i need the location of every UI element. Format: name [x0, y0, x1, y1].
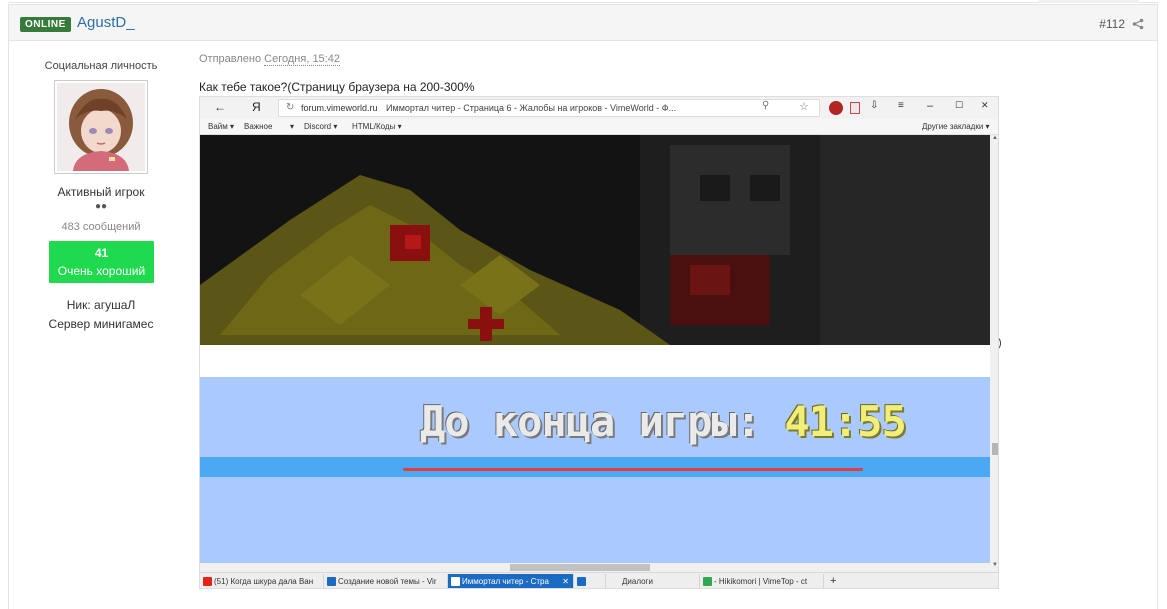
post-date: Сегодня, 15:42: [264, 53, 340, 66]
tab-label: Создание новой темы - Vir: [338, 577, 437, 586]
bookmark-important: Важное: [244, 122, 273, 131]
tab-label: - Hikikomori | VimeTop - ct: [714, 577, 808, 586]
reputation-label: Очень хороший: [57, 264, 146, 278]
address-page-title: Иммортал читер - Страница 6 - Жалобы на …: [386, 103, 677, 113]
tab-youtube: (51) Когда шкура дала Ван: [200, 574, 324, 588]
address-bar: ↻ forum.vimeworld.ru Иммортал читер - Ст…: [278, 99, 820, 117]
share-icon[interactable]: [1132, 17, 1144, 30]
youtube-icon: [203, 577, 212, 586]
bookmarks-bar: Вайм ▾ Важное ▾ Discord ▾ HTML/Коды ▾ Др…: [200, 119, 998, 135]
tab-label: (51) Когда шкура дала Ван: [214, 577, 314, 586]
game-scene: [200, 135, 990, 345]
vertical-scrollbar: ▲ ▼: [990, 135, 998, 572]
timer-value: 41:55: [784, 397, 906, 446]
maximize-icon: ☐: [955, 100, 964, 110]
game-timer: До конца игры: 41:55: [420, 397, 907, 446]
post-number-link[interactable]: #112: [1099, 17, 1125, 31]
vimetop-icon: [703, 577, 712, 586]
scroll-down-icon: ▼: [992, 562, 998, 568]
horizontal-scroll-thumb: [510, 564, 650, 571]
avatar[interactable]: [54, 80, 148, 174]
page-top-edge: [8, 0, 1158, 3]
status-badge: ONLINE: [20, 17, 71, 32]
tab-dialogs: Диалоги: [606, 574, 700, 588]
red-underline-annotation: [403, 468, 863, 471]
browser-toolbar: ← Я ↻ forum.vimeworld.ru Иммортал читер …: [200, 97, 998, 119]
reputation-value: 41: [94, 246, 109, 260]
tab-label: Иммортал читер - Стра: [462, 577, 549, 586]
menu-icon: ≡: [898, 100, 904, 111]
address-host: forum.vimeworld.ru: [301, 103, 378, 113]
user-rank: Активный игрок: [57, 185, 145, 199]
post-header: ONLINE AgustD_ #112: [9, 5, 1157, 41]
horizontal-scrollbar: [200, 563, 990, 572]
pdf-extension-icon: [850, 102, 860, 114]
forum-post: ONLINE AgustD_ #112 Социальная личность: [8, 4, 1158, 609]
download-icon: ⇩: [870, 100, 879, 111]
user-title: Социальная личность: [44, 60, 158, 72]
timer-label: До конца игры:: [420, 397, 761, 446]
extension-icon: [829, 101, 843, 115]
browser-tab-strip: (51) Когда шкура дала Ван Создание новой…: [200, 572, 998, 588]
hud-blue-stripe: [200, 457, 990, 477]
bookmark-html: HTML/Коды ▾: [352, 122, 402, 131]
vk-icon: [577, 577, 586, 586]
close-icon: ✕: [981, 100, 989, 110]
bookmark-discord: Discord ▾: [304, 122, 338, 131]
vimeworld-icon: [451, 577, 460, 586]
tab-close-icon: ✕: [562, 577, 569, 586]
reputation-badge[interactable]: 41 Очень хороший: [49, 241, 154, 283]
blank-band: [200, 345, 990, 377]
plus-icon: +: [830, 575, 837, 587]
game-hud-zoomed: До конца игры: 41:55: [200, 377, 990, 563]
bookmark-vime: Вайм ▾: [208, 122, 234, 131]
bookmark-other: Другие закладки ▾: [922, 122, 990, 131]
bookmark-dropdown: ▾: [290, 122, 295, 131]
tab-new-topic: Создание новой темы - Vir: [324, 574, 448, 588]
vertical-scroll-thumb: [992, 443, 998, 455]
yandex-logo-icon: Я: [252, 100, 261, 114]
new-tab-button: +: [824, 574, 844, 588]
scroll-up-icon: ▲: [992, 135, 998, 141]
star-icon: ☆: [799, 101, 809, 113]
embedded-screenshot[interactable]: ← Я ↻ forum.vimeworld.ru Иммортал читер …: [199, 96, 999, 589]
custom-field-server: Сервер минигамес: [48, 317, 154, 331]
tab-vimetop: - Hikikomori | VimeTop - ct: [700, 574, 824, 588]
tab-vk: [574, 574, 606, 588]
custom-field-nick: Ник: агушаЛ: [66, 298, 136, 312]
rank-pips: ●●: [94, 201, 108, 212]
post-meta: Отправлено Сегодня, 15:42: [199, 53, 340, 66]
tab-label: Диалоги: [622, 577, 653, 586]
vimeworld-icon: [327, 577, 336, 586]
meta-prefix: Отправлено: [199, 53, 262, 65]
top-tab-remnant: [1039, 0, 1139, 3]
post-count: 483 сообщений: [61, 221, 141, 233]
reload-icon: ↻: [286, 102, 295, 113]
post-body-text: Как тебе такое?(Страницу браузера на 200…: [199, 80, 475, 94]
minimize-icon: –: [927, 100, 934, 112]
tab-immortal: Иммортал читер - Стра ✕: [448, 574, 574, 588]
author-name-link[interactable]: AgustD_: [77, 14, 135, 31]
search-icon: ⚲: [762, 100, 770, 111]
back-arrow-icon: ←: [214, 100, 226, 114]
